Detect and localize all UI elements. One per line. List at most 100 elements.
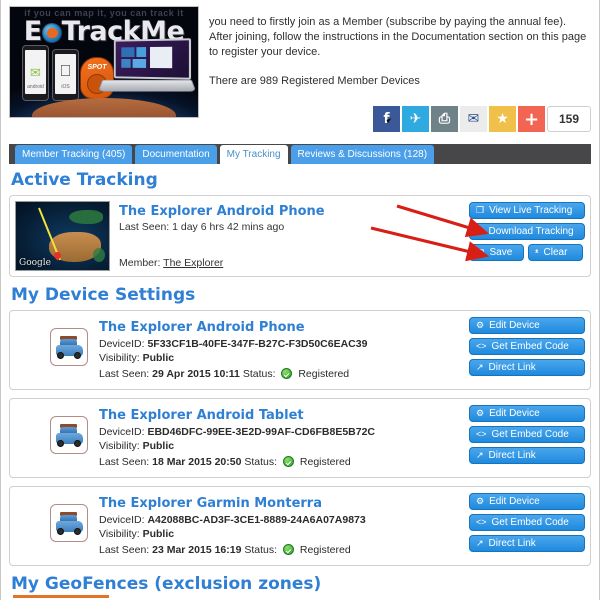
floppy-disk-icon: ▤ bbox=[476, 247, 485, 257]
tab-my-tracking[interactable]: My Tracking bbox=[219, 145, 288, 164]
direct-link-label: Direct Link bbox=[488, 362, 536, 373]
last-seen-value: 18 Mar 2015 20:50 bbox=[152, 456, 242, 468]
save-label: Save bbox=[489, 247, 513, 258]
edit-device-button[interactable]: ⚙ Edit Device bbox=[469, 405, 585, 422]
device-last-seen-row: Last Seen: 29 Apr 2015 10:11 Status: Reg… bbox=[99, 366, 349, 380]
status-value: Registered bbox=[299, 544, 351, 556]
more-share-options-icon[interactable]: + bbox=[518, 106, 545, 132]
device-id-value: EBD46DFC-99EE-3E2D-99AF-CD6FB8E5B72C bbox=[147, 426, 376, 438]
last-seen-label: Last Seen: bbox=[99, 456, 150, 468]
device-actions: ⚙ Edit Device <> Get Embed Code ↗ Direct… bbox=[469, 493, 585, 556]
car-wheel-left bbox=[57, 528, 64, 535]
active-device-member: Member: The Explorer bbox=[119, 257, 223, 269]
tab-documentation[interactable]: Documentation bbox=[135, 145, 217, 164]
view-live-tracking-label: View Live Tracking bbox=[489, 205, 573, 216]
last-seen-value: 29 Apr 2015 10:11 bbox=[152, 368, 240, 380]
android-robot-icon: ✉ bbox=[30, 64, 41, 80]
download-tracking-button[interactable]: ↩ Download Tracking bbox=[469, 223, 585, 240]
visibility-label: Visibility: bbox=[99, 352, 140, 364]
trash-icon: ᵜ bbox=[535, 247, 539, 257]
status-value: Registered bbox=[299, 456, 351, 468]
gear-icon: ⚙ bbox=[476, 320, 485, 330]
map-attribution: Google bbox=[19, 258, 51, 268]
device-id-label: DeviceID: bbox=[99, 514, 145, 526]
apple-logo-icon:  bbox=[60, 63, 72, 81]
external-link-icon: ↗ bbox=[476, 362, 484, 372]
last-seen-label: Last Seen: bbox=[99, 544, 150, 556]
favorite-star-icon[interactable]: ★ bbox=[489, 106, 516, 132]
windows-laptop-icon bbox=[113, 38, 192, 80]
get-embed-code-button[interactable]: <> Get Embed Code bbox=[469, 338, 585, 355]
email-share-icon[interactable]: ✉ bbox=[386, 106, 487, 132]
get-embed-code-label: Get Embed Code bbox=[491, 429, 569, 440]
status-label: Status: bbox=[244, 544, 278, 556]
direct-link-button[interactable]: ↗ Direct Link bbox=[469, 359, 585, 376]
tab-member-tracking[interactable]: Member Tracking (405) bbox=[15, 145, 133, 164]
visibility-value: Public bbox=[142, 528, 175, 540]
visibility-label: Visibility: bbox=[99, 440, 140, 452]
download-icon: ↩ bbox=[476, 226, 484, 236]
last-seen-value: 23 Mar 2015 16:19 bbox=[152, 544, 242, 556]
car-wheel-left bbox=[57, 352, 64, 359]
page-root: if you can map it, you can track it E Tra… bbox=[0, 0, 600, 600]
intro-paragraph-1: you need to firstly join as a Member (su… bbox=[209, 16, 587, 58]
code-icon: <> bbox=[476, 429, 487, 439]
main-tab-bar: Member Tracking (405) Documentation My T… bbox=[9, 144, 591, 164]
map-land-nz bbox=[93, 248, 105, 262]
car-wheel-right bbox=[74, 440, 81, 447]
iphone-icon: iOS bbox=[52, 49, 79, 101]
active-tracking-heading: Active Tracking bbox=[11, 170, 158, 190]
car-wheel-left bbox=[57, 440, 64, 447]
last-seen-label: Last Seen: bbox=[99, 368, 150, 380]
map-land-png bbox=[69, 210, 103, 224]
clear-button[interactable]: ᵜ Clear bbox=[528, 244, 583, 261]
twitter-share-icon[interactable]: ✈ bbox=[402, 106, 429, 132]
visibility-label: Visibility: bbox=[99, 528, 140, 540]
map-thumbnail[interactable]: Google bbox=[15, 201, 110, 271]
member-label: Member: bbox=[119, 257, 161, 269]
vehicle-icon bbox=[50, 504, 88, 542]
direct-link-button[interactable]: ↗ Direct Link bbox=[469, 447, 585, 464]
active-tracking-panel: Google The Explorer Android Phone Last S… bbox=[9, 195, 591, 277]
visibility-value: Public bbox=[142, 440, 175, 452]
edit-device-label: Edit Device bbox=[489, 320, 540, 331]
status-check-icon bbox=[281, 368, 293, 379]
device-id-value: 5F33CF1B-40FE-347F-B27C-F3D50C6EAC39 bbox=[147, 338, 368, 350]
main-content: Active Tracking Google The Explorer Andr… bbox=[9, 166, 591, 599]
document-icon: ❐ bbox=[476, 205, 485, 215]
social-share-bar[interactable]: f ✈ ⎙ ✉ ★ + 159 bbox=[373, 106, 591, 132]
gear-icon: ⚙ bbox=[476, 408, 485, 418]
car-wheel-right bbox=[74, 352, 81, 359]
site-banner-image: if you can map it, you can track it E Tra… bbox=[9, 6, 199, 118]
edit-device-button[interactable]: ⚙ Edit Device bbox=[469, 317, 585, 334]
clear-label: Clear bbox=[543, 247, 568, 258]
visibility-value: Public bbox=[142, 352, 175, 364]
geofences-heading: My GeoFences (exclusion zones) bbox=[11, 574, 591, 598]
car-wheel-right bbox=[74, 528, 81, 535]
device-id-label: DeviceID: bbox=[99, 426, 145, 438]
vehicle-icon bbox=[50, 328, 88, 366]
direct-link-label: Direct Link bbox=[488, 538, 536, 549]
device-settings-heading: My Device Settings bbox=[11, 285, 196, 305]
device-last-seen-row: Last Seen: 23 Mar 2015 16:19 Status: Reg… bbox=[99, 542, 351, 556]
member-link[interactable]: The Explorer bbox=[163, 257, 223, 269]
active-tracking-actions: ❐ View Live Tracking ↩ Download Tracking… bbox=[469, 202, 585, 265]
print-icon[interactable]: ⎙ bbox=[431, 106, 458, 132]
laptop-keyboard bbox=[97, 79, 197, 92]
view-live-tracking-button[interactable]: ❐ View Live Tracking bbox=[469, 202, 585, 219]
get-embed-code-label: Get Embed Code bbox=[491, 517, 569, 528]
registered-devices-count: There are 989 Registered Member Devices bbox=[209, 75, 420, 87]
get-embed-code-button[interactable]: <> Get Embed Code bbox=[469, 514, 585, 531]
direct-link-button[interactable]: ↗ Direct Link bbox=[469, 535, 585, 552]
tab-reviews-discussions[interactable]: Reviews & Discussions (128) bbox=[290, 145, 435, 164]
status-label: Status: bbox=[242, 368, 276, 380]
vehicle-icon bbox=[50, 416, 88, 454]
get-embed-code-button[interactable]: <> Get Embed Code bbox=[469, 426, 585, 443]
device-actions: ⚙ Edit Device <> Get Embed Code ↗ Direct… bbox=[469, 405, 585, 468]
edit-device-button[interactable]: ⚙ Edit Device bbox=[469, 493, 585, 510]
status-label: Status: bbox=[244, 456, 278, 468]
save-button[interactable]: ▤ Save bbox=[469, 244, 524, 261]
device-card: The Explorer Garmin Monterra DeviceID: A… bbox=[9, 486, 591, 566]
get-embed-code-label: Get Embed Code bbox=[491, 341, 569, 352]
device-id-label: DeviceID: bbox=[99, 338, 145, 350]
